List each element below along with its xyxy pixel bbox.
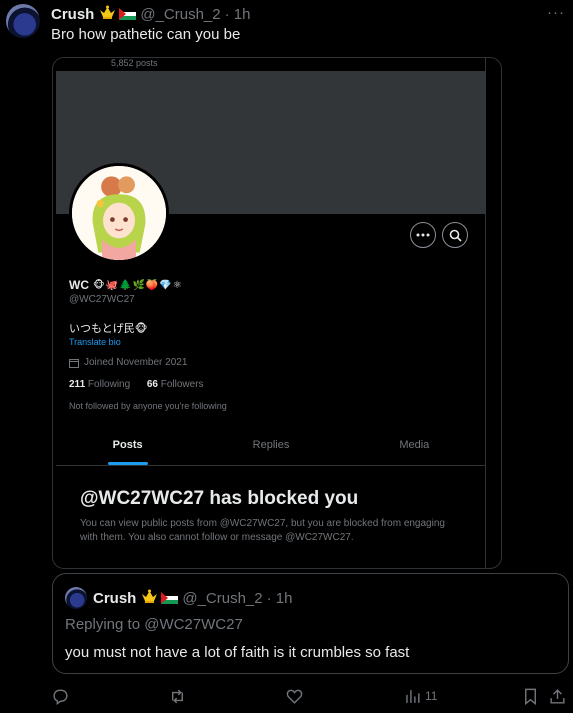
profile-tabs: Posts Replies Media xyxy=(56,428,486,466)
crown-badge-icon xyxy=(99,5,116,24)
quoted-tweet-time: · 1h xyxy=(266,589,293,607)
bookmark-icon xyxy=(525,688,536,705)
search-profile-button[interactable] xyxy=(442,222,468,248)
quoted-author-handle: @_Crush_2 xyxy=(182,589,263,607)
quoted-tweet[interactable]: Crush @_Crush_2 · 1h Replying to @WC27WC… xyxy=(52,573,569,674)
heart-icon xyxy=(286,689,303,704)
more-options-button[interactable]: ··· xyxy=(547,4,565,21)
reply-button[interactable] xyxy=(51,684,70,708)
more-dots-icon xyxy=(416,233,430,237)
profile-name: WC 🐵🐙🌲🌿🍑💎⚛ xyxy=(69,278,183,292)
profile-screenshot: 5,852 posts WC 🐵🐙🌲🌿🍑💎⚛ @WC27WC27 いつもとげ民🐵… xyxy=(56,58,486,568)
reply-icon xyxy=(53,688,68,705)
search-icon xyxy=(449,229,462,242)
more-profile-button[interactable] xyxy=(410,222,436,248)
tab-posts: Posts xyxy=(56,428,199,465)
attached-image[interactable]: 5,852 posts WC 🐵🐙🌲🌿🍑💎⚛ @WC27WC27 いつもとげ民🐵… xyxy=(52,57,502,569)
tweet-time[interactable]: · 1h xyxy=(225,6,251,23)
followers-count: 66 xyxy=(146,379,158,390)
blocked-description: You can view public posts from @WC27WC27… xyxy=(80,518,445,543)
translate-bio-link: Translate bio xyxy=(69,337,121,347)
quoted-tweet-text: you must not have a lot of faith is it c… xyxy=(65,644,410,661)
views-chart-icon xyxy=(406,689,420,703)
share-icon xyxy=(550,688,565,704)
tab-media: Media xyxy=(399,439,430,451)
replying-to: Replying to @WC27WC27 xyxy=(65,616,243,633)
joined-date: Joined November 2021 xyxy=(69,357,187,368)
profile-bio: いつもとげ民🐵 xyxy=(69,323,148,335)
following-label: Following xyxy=(87,379,131,390)
repost-button[interactable] xyxy=(168,684,187,708)
repost-icon xyxy=(172,689,183,703)
posts-count: 5,852 posts xyxy=(111,58,158,68)
quoted-author-name: Crush xyxy=(93,589,137,607)
profile-picture xyxy=(69,163,169,263)
quoted-author-avatar xyxy=(65,587,87,609)
views-count: 11 xyxy=(425,689,438,703)
share-button[interactable] xyxy=(548,684,567,708)
like-button[interactable] xyxy=(285,684,304,708)
not-followed-note: Not followed by anyone you're following xyxy=(69,401,227,411)
calendar-icon xyxy=(69,358,79,368)
bookmark-button[interactable] xyxy=(521,684,540,708)
followers-label: Followers xyxy=(160,379,204,390)
flag-icon xyxy=(161,592,179,604)
blocked-title: @WC27WC27 has blocked you xyxy=(80,488,359,509)
tweet-text: Bro how pathetic can you be xyxy=(51,26,241,43)
profile-name-emojis: 🐵🐙🌲🌿🍑💎⚛ xyxy=(93,279,183,291)
tweet-header: Crush @_Crush_2 · 1h xyxy=(51,4,250,24)
tab-replies: Replies xyxy=(252,439,290,451)
flag-icon xyxy=(119,8,137,20)
follow-stats: 211 Following 66 Followers xyxy=(69,379,204,390)
action-bar: 11 xyxy=(0,684,573,708)
profile-display-name: WC xyxy=(69,278,89,292)
crown-badge-icon xyxy=(141,589,158,608)
views-button[interactable]: 11 xyxy=(403,684,437,708)
joined-text: Joined November 2021 xyxy=(84,357,188,368)
author-handle[interactable]: @_Crush_2 xyxy=(140,6,220,23)
author-name[interactable]: Crush xyxy=(51,6,94,23)
author-avatar[interactable] xyxy=(6,4,40,38)
profile-handle: @WC27WC27 xyxy=(69,294,135,305)
following-count: 211 xyxy=(69,379,86,390)
quoted-tweet-header: Crush @_Crush_2 · 1h xyxy=(93,588,292,608)
